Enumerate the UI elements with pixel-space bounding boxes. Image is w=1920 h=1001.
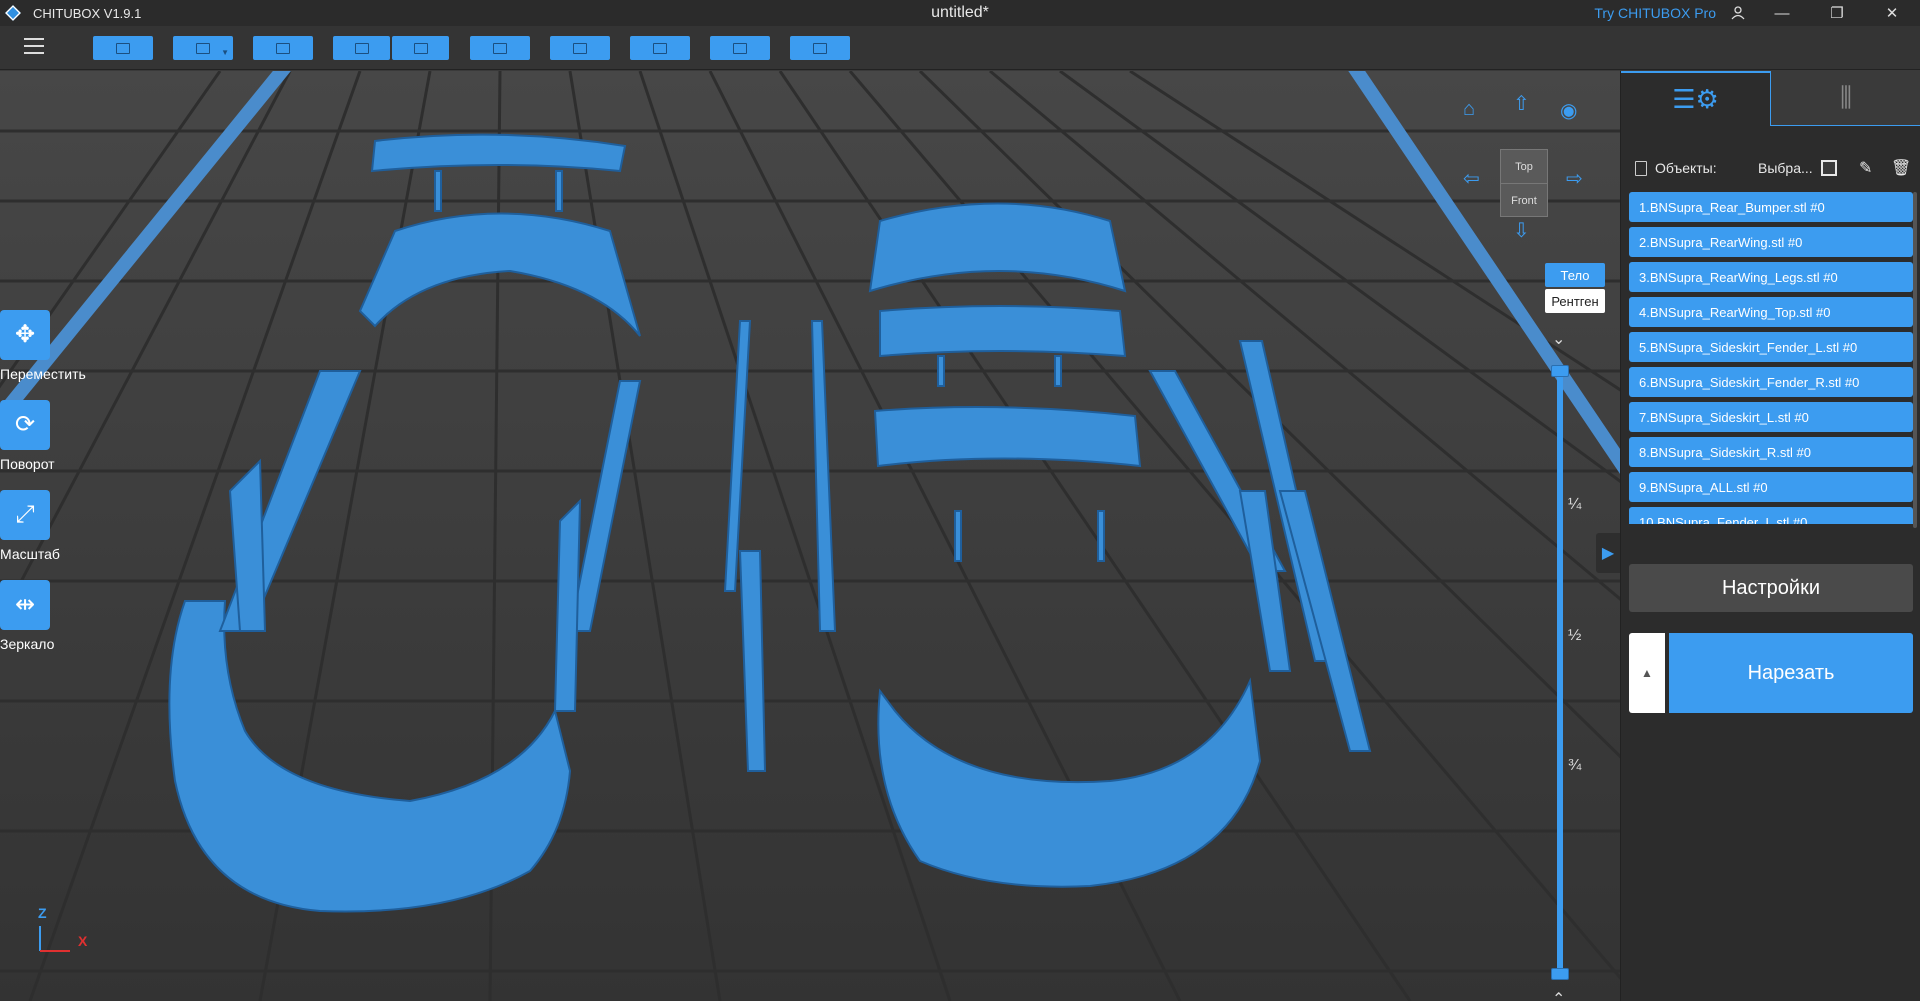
transform-tools: ✥ Переместить ⟳ Поворот ⤢ Масштаб ⇹ Зерк… [0,310,100,670]
screenshot-icon [276,42,290,54]
select-all-checkbox[interactable] [1821,160,1837,176]
layer-slider-track[interactable] [1557,371,1563,976]
menu-icon[interactable] [24,38,44,56]
view-left-icon[interactable]: ⇦ [1463,169,1480,189]
slice-button[interactable]: Нарезать [1669,633,1913,713]
edit-icon[interactable]: ✎ [1859,158,1872,178]
settings-button[interactable]: Настройки [1629,564,1913,612]
save-button[interactable]: ▼ [173,36,233,60]
arrange-button[interactable] [550,36,610,60]
slider-tick-half: ½ [1568,627,1582,644]
object-item[interactable]: 4.BNSupra_RearWing_Top.stl #0 [1629,297,1913,327]
objects-list-scrollbar[interactable] [1913,192,1917,528]
object-item[interactable]: 10.BNSupra_Fender_L.stl #0 [1629,507,1913,524]
supports-icon: ⫼ [1840,82,1852,112]
objects-label: Объекты: [1655,160,1717,176]
build-plate-scene [0,71,1620,1001]
restore-button[interactable]: ❐ [1815,0,1859,26]
hollow-button[interactable] [710,36,770,60]
right-panel: ☰⚙ ⫼ Объекты: Выбра... ✎ 🗑 1.BNSupra_Rea… [1620,71,1920,1001]
slice-options-button[interactable]: ▲ [1629,633,1665,713]
object-item[interactable]: 7.BNSupra_Sideskirt_L.stl #0 [1629,402,1913,432]
object-item[interactable]: 9.BNSupra_ALL.stl #0 [1629,472,1913,502]
layout-button[interactable] [470,36,530,60]
object-item[interactable]: 1.BNSupra_Rear_Bumper.stl #0 [1629,192,1913,222]
settings-gear-icon: ☰⚙ [1672,84,1719,114]
layer-slider-top-thumb[interactable] [1551,365,1569,377]
object-item[interactable]: 8.BNSupra_Sideskirt_R.stl #0 [1629,437,1913,467]
scale-tool[interactable]: ⤢ Масштаб [0,490,100,580]
object-item[interactable]: 2.BNSupra_RearWing.stl #0 [1629,227,1913,257]
chevron-down-icon: ▼ [221,48,229,57]
body-mode-button[interactable]: Тело [1545,263,1605,287]
move-tool-label: Переместить [0,366,86,382]
mirror-tool[interactable]: ⇹ Зеркало [0,580,100,670]
document-icon [1635,160,1647,176]
layout-icon [493,42,507,54]
user-icon[interactable] [1716,0,1760,26]
chitubox-logo-icon [5,5,21,21]
trash-icon[interactable]: 🗑 [1891,158,1911,178]
drill-icon [813,42,827,54]
panel-collapse-tab[interactable]: ▶ [1596,533,1620,573]
screenshot-button[interactable] [253,36,313,60]
tab-settings[interactable]: ☰⚙ [1621,71,1771,126]
cube-front-face[interactable]: Front [1501,184,1547,218]
title-bar: CHITUBOX V1.9.1 untitled* Try CHITUBOX P… [0,0,1920,26]
app-name: CHITUBOX V1.9.1 [33,5,142,21]
objects-list: 1.BNSupra_Rear_Bumper.stl #0 2.BNSupra_R… [1629,192,1913,524]
drill-button[interactable] [790,36,850,60]
view-right-icon[interactable]: ⇨ [1566,169,1583,189]
try-pro-link[interactable]: Try CHITUBOX Pro [1594,5,1716,21]
undo-button[interactable] [333,36,390,60]
move-tool[interactable]: ✥ Переместить [0,310,100,400]
move-icon[interactable]: ✥ [0,310,50,360]
mirror-tool-label: Зеркало [0,636,55,652]
eye-icon[interactable]: ◉ [1560,101,1577,121]
layer-slider-bottom-thumb[interactable] [1551,968,1569,980]
tab-supports[interactable]: ⫼ [1771,71,1920,126]
view-cube[interactable]: Top Front [1500,149,1548,217]
redo-icon [413,42,428,54]
main-toolbar: ▼ [0,26,1920,70]
redo-button[interactable] [392,36,449,60]
open-file-button[interactable] [93,36,153,60]
xray-mode-button[interactable]: Рентген [1545,289,1605,313]
mirror-icon[interactable]: ⇹ [0,580,50,630]
scale-tool-label: Масштаб [0,546,60,562]
support-button[interactable] [630,36,690,60]
scale-icon[interactable]: ⤢ [0,490,50,540]
object-item[interactable]: 3.BNSupra_RearWing_Legs.stl #0 [1629,262,1913,292]
panel-tabs: ☰⚙ ⫼ [1621,71,1920,126]
undo-icon [354,42,369,54]
chevron-up-icon[interactable]: ⌃ [1552,989,1565,1001]
rotate-tool[interactable]: ⟳ Поворот [0,400,100,490]
select-all-label: Выбра... [1758,160,1813,176]
arrange-icon [573,42,587,54]
slider-tick-quarter: ¼ [1568,496,1582,513]
minimize-button[interactable]: — [1760,0,1804,26]
cube-top-face[interactable]: Top [1501,150,1547,184]
view-up-icon[interactable]: ⇧ [1513,94,1530,114]
axis-z-label: Z [38,905,47,921]
rotate-icon[interactable]: ⟳ [0,400,50,450]
slice-controls: ▲ Нарезать [1629,633,1913,713]
close-button[interactable]: ✕ [1870,0,1914,26]
axis-x-label: X [78,933,88,949]
hollow-icon [733,42,747,54]
support-icon [653,42,667,54]
rotate-tool-label: Поворот [0,456,55,472]
chevron-down-icon[interactable]: ⌄ [1552,329,1565,349]
object-item[interactable]: 5.BNSupra_Sideskirt_Fender_L.stl #0 [1629,332,1913,362]
object-item[interactable]: 6.BNSupra_Sideskirt_Fender_R.stl #0 [1629,367,1913,397]
home-view-icon[interactable]: ⌂ [1463,99,1475,119]
open-folder-icon [116,42,130,54]
view-down-icon[interactable]: ⇩ [1513,221,1530,241]
slider-tick-three-quarters: ¾ [1568,757,1582,774]
objects-header: Объекты: Выбра... ✎ 🗑 [1621,156,1920,180]
save-icon [196,42,210,54]
3d-viewport[interactable]: ✥ Переместить ⟳ Поворот ⤢ Масштаб ⇹ Зерк… [0,71,1620,1001]
